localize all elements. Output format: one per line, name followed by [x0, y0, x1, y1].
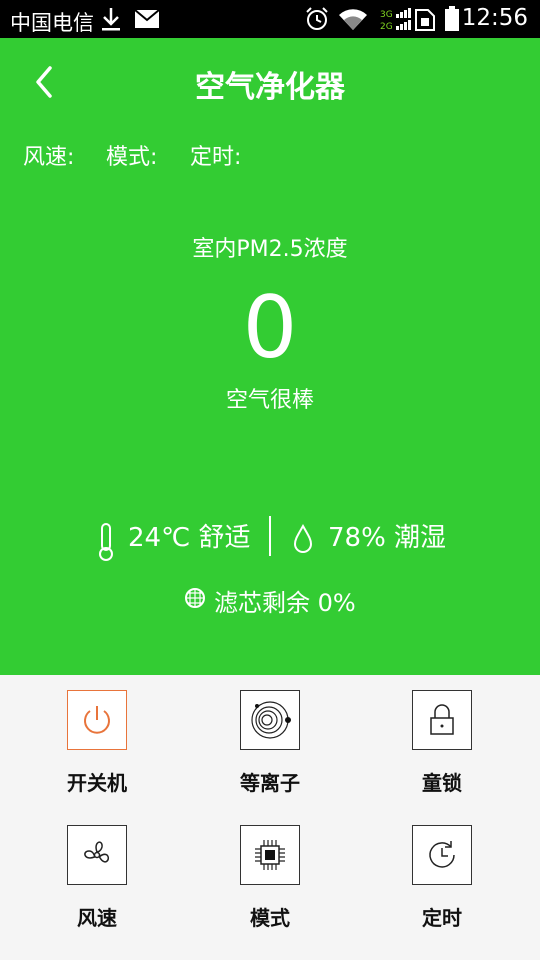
carrier-name: 中国电信	[10, 11, 94, 35]
mode-info: 模式:	[106, 145, 158, 170]
clock-icon	[412, 825, 472, 885]
humidity-icon	[291, 522, 315, 555]
mail-icon	[134, 9, 160, 33]
temperature-icon	[96, 522, 116, 562]
plasma-button[interactable]: 等离子	[184, 690, 356, 796]
chip-icon	[240, 825, 300, 885]
download-icon	[100, 6, 122, 36]
timer-label: 定时	[422, 906, 462, 930]
filter-status: 滤芯剩余 0%	[0, 583, 540, 618]
filter-text: 滤芯剩余 0%	[213, 589, 356, 617]
lock-icon	[412, 690, 472, 750]
alarm-icon	[304, 6, 330, 36]
mode-label: 模式	[250, 906, 290, 930]
divider	[269, 516, 271, 556]
battery-icon	[444, 6, 460, 36]
fan-speed-button[interactable]: 风速	[11, 825, 183, 931]
status-bar: 中国电信 3G 2G 12:56	[0, 0, 540, 38]
mode-button[interactable]: 模式	[184, 825, 356, 931]
child-lock-button[interactable]: 童锁	[356, 690, 528, 796]
timer-button[interactable]: 定时	[356, 825, 528, 931]
wifi-icon	[337, 6, 369, 36]
child-lock-label: 童锁	[422, 771, 462, 795]
plasma-label: 等离子	[240, 771, 300, 795]
temperature-text: 24℃ 舒适	[128, 523, 251, 553]
fan-speed-label: 风速	[77, 906, 117, 930]
main-panel: 空气净化器 风速: 模式: 定时: 室内PM2.5浓度 0 空气很棒 24℃ 舒…	[0, 38, 540, 675]
power-button[interactable]: 开关机	[11, 690, 183, 796]
filter-icon	[184, 587, 214, 615]
page-title: 空气净化器	[195, 70, 345, 105]
svg-text:2G: 2G	[380, 22, 393, 32]
control-panel: 开关机 等离子 童锁 风速 模式 定时	[0, 675, 540, 960]
plasma-icon	[240, 690, 300, 750]
svg-text:3G: 3G	[380, 10, 393, 20]
signal-icon: 3G 2G	[380, 7, 412, 37]
wind-speed-info: 风速:	[23, 145, 75, 170]
power-icon	[67, 690, 127, 750]
status-clock: 12:56	[461, 5, 528, 31]
sim-icon	[414, 8, 436, 36]
air-quality-text: 空气很棒	[225, 388, 314, 413]
humidity-text: 78% 潮湿	[328, 523, 447, 553]
fan-icon	[67, 825, 127, 885]
pm-label: 室内PM2.5浓度	[192, 237, 348, 262]
pm-value: 0	[242, 278, 298, 378]
power-label: 开关机	[67, 771, 127, 795]
timer-info: 定时:	[190, 145, 242, 170]
